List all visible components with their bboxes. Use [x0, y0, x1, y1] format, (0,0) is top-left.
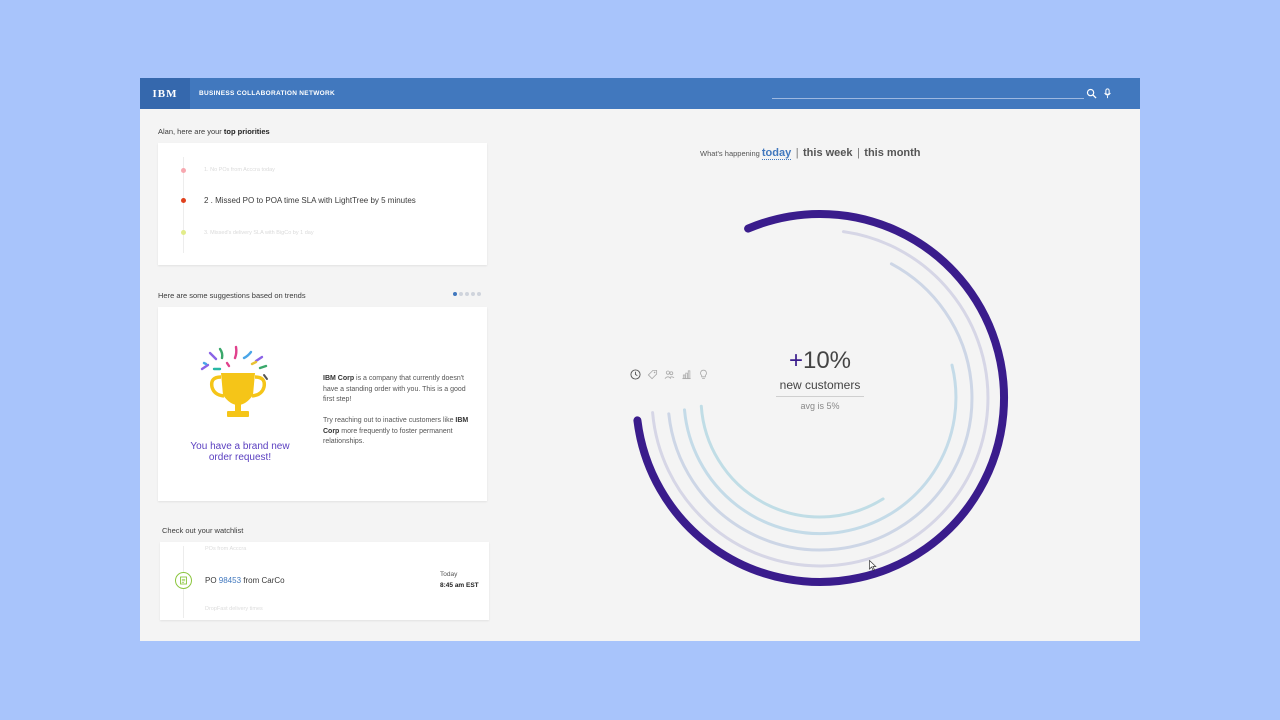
company-name[interactable]: IBM Corp [323, 375, 354, 382]
priorities-greeting: Alan, here are your [158, 127, 224, 136]
range-option-month[interactable]: this month [864, 147, 920, 159]
chart-icon[interactable] [681, 369, 692, 380]
document-icon [175, 572, 192, 589]
tag-icon[interactable] [647, 369, 658, 380]
watchlist-day: Today [440, 571, 458, 578]
watchlist-heading: Check out your watchlist [162, 526, 244, 535]
metric-sign: + [788, 347, 803, 374]
priorities-greeting-bold: top priorities [223, 127, 270, 136]
search-underline [772, 98, 1084, 99]
range-option-today[interactable]: today [761, 147, 792, 160]
lightbulb-icon[interactable] [698, 369, 709, 380]
suggestion-paragraph-1: IBM Corp is a company that currently doe… [323, 374, 473, 406]
priorities-heading: Alan, here are your top priorities [158, 127, 270, 136]
priority-dot [181, 230, 186, 235]
priority-dot [181, 168, 186, 173]
priority-dot-active [181, 198, 186, 203]
metric-value: +10% [740, 347, 900, 375]
suggestion-paragraph-2: Try reaching out to inactive customers l… [323, 416, 473, 448]
priorities-card: 1. No POs from Acccra today 2 . Missed P… [158, 143, 487, 265]
people-icon[interactable] [664, 369, 675, 380]
pager-dot-1[interactable] [453, 292, 457, 296]
metric-divider [776, 396, 864, 397]
watchlist-item-faded[interactable]: POs from Acccra [205, 546, 246, 552]
watchlist-item-faded[interactable]: DropFast delivery times [205, 606, 263, 612]
pager-dot-3[interactable] [465, 292, 469, 296]
clock-icon[interactable] [630, 369, 641, 380]
range-separator: | [795, 147, 799, 159]
ibm-logo[interactable]: IBM [140, 78, 190, 109]
search-icon[interactable] [1086, 88, 1097, 99]
trophy-icon [200, 345, 268, 417]
microphone-icon[interactable] [1102, 88, 1113, 99]
priority-item-3[interactable]: 3. Missed's delivery SLA with BigCo by 1… [204, 230, 314, 236]
watchlist-time: 8:45 am EST [440, 582, 479, 589]
pager-dot-2[interactable] [459, 292, 463, 296]
suggestion-text: more frequently to foster permanent rela… [323, 427, 453, 446]
watchlist-card: POs from Acccra PO 98453 from CarCo Toda… [160, 542, 489, 620]
metric-panel: +10% new customers avg is 5% [740, 347, 900, 411]
priority-item-2[interactable]: 2 . Missed PO to POA time SLA with Light… [204, 196, 416, 205]
pager-dot-5[interactable] [477, 292, 481, 296]
watchlist-item-prefix: PO [205, 576, 219, 585]
pager-dot-4[interactable] [471, 292, 475, 296]
range-separator: | [856, 147, 860, 159]
time-range-lead: What's happening [700, 149, 762, 158]
priority-item-1[interactable]: 1. No POs from Acccra today [204, 167, 275, 173]
range-option-week[interactable]: this week [803, 147, 853, 159]
trophy-caption: You have a brand new order request! [190, 441, 290, 463]
ring-track-4 [699, 404, 885, 519]
metric-average: avg is 5% [800, 401, 840, 411]
watchlist-item[interactable]: PO 98453 from CarCo [205, 576, 285, 585]
suggestion-text: Try reaching out to inactive customers l… [323, 417, 456, 424]
top-bar: IBM BUSINESS COLLABORATION NETWORK [140, 78, 1140, 109]
suggestion-card: You have a brand new order request! IBM … [158, 307, 487, 501]
suggestions-heading: Here are some suggestions based on trend… [158, 291, 306, 300]
app-window: IBM BUSINESS COLLABORATION NETWORK Alan,… [140, 78, 1140, 641]
time-range-selector: What's happening today | this week | thi… [700, 143, 921, 161]
search-input[interactable] [772, 88, 1084, 98]
metric-label: new customers [779, 378, 861, 392]
watchlist-item-suffix: from CarCo [241, 576, 285, 585]
suggestions-pager [453, 292, 481, 296]
app-title: BUSINESS COLLABORATION NETWORK [199, 90, 335, 97]
mouse-cursor-icon [869, 560, 877, 571]
metric-number: 10% [802, 347, 852, 374]
po-number-link[interactable]: 98453 [219, 576, 241, 585]
